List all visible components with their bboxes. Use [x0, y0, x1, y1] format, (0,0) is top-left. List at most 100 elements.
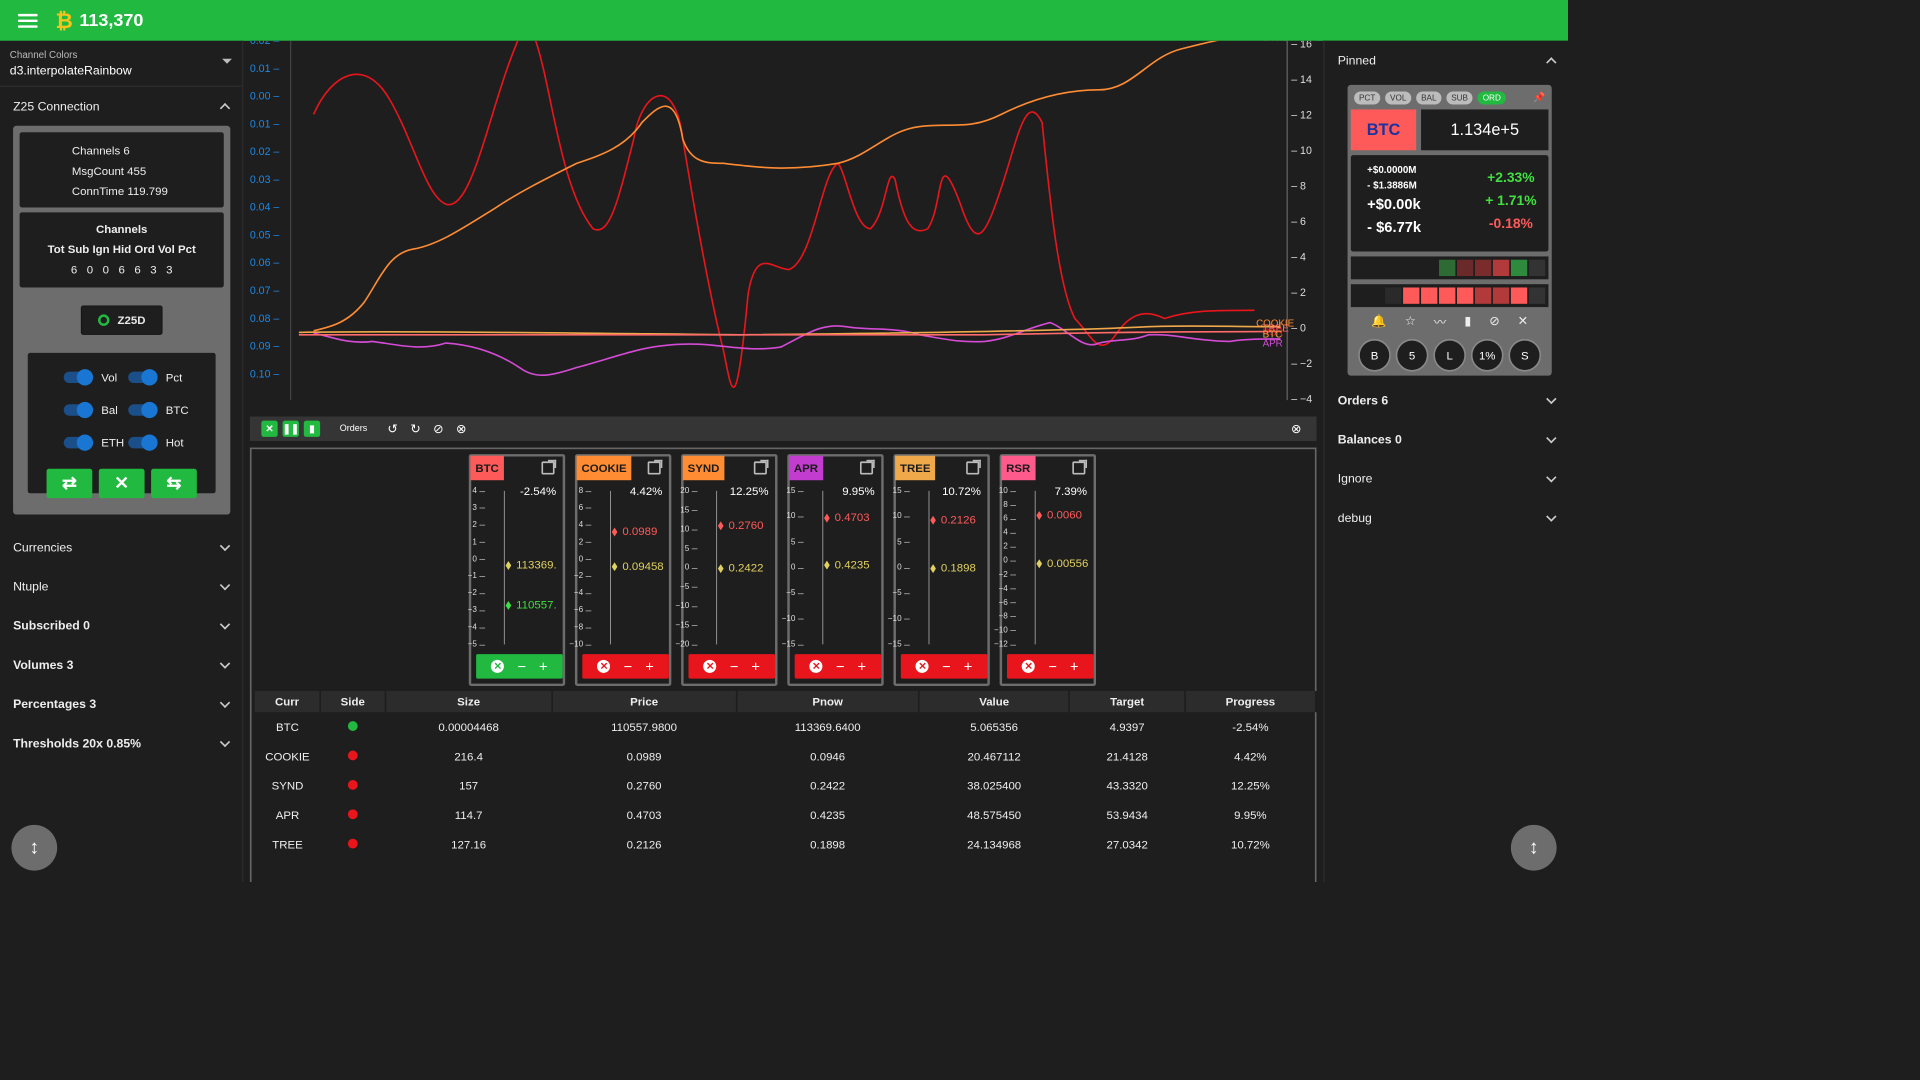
table-row[interactable]: COOKIE 216.4 0.0989 0.0946 20.467112 21.4128 4… — [255, 742, 1316, 771]
open-external-icon[interactable] — [1072, 459, 1088, 475]
plus-icon[interactable]: + — [1070, 658, 1079, 675]
star-icon[interactable]: ☆ — [1405, 314, 1416, 331]
bell-icon[interactable]: 🔔 — [1371, 314, 1386, 331]
currencies-section[interactable]: Currencies — [0, 528, 242, 567]
minus-icon[interactable]: − — [836, 658, 845, 675]
scroll-toggle-fab[interactable]: ↕ — [1510, 824, 1557, 871]
table-row[interactable]: BTC 0.00004468 110557.9800 113369.6400 5.065… — [255, 712, 1316, 741]
open-external-icon[interactable] — [647, 459, 663, 475]
cancel-icon[interactable]: ✕ — [597, 659, 611, 673]
vol-toggle[interactable] — [63, 369, 94, 386]
close-button[interactable]: ✕ — [98, 468, 145, 499]
minus-icon[interactable]: − — [1048, 658, 1057, 675]
close-circle-icon[interactable]: ✕ — [261, 420, 278, 437]
table-row[interactable]: TREE 127.16 0.2126 0.1898 24.134968 27.0342 10… — [255, 830, 1316, 859]
column-header[interactable]: Price — [551, 690, 738, 713]
plus-icon[interactable]: + — [964, 658, 973, 675]
card-marker[interactable]: 0.2126 — [930, 513, 976, 526]
clear-icon[interactable]: ⊗ — [452, 421, 470, 436]
card-marker[interactable]: 0.00556 — [1036, 556, 1088, 569]
cancel-icon[interactable]: ✕ — [491, 659, 505, 673]
column-header[interactable]: Curr — [254, 690, 321, 713]
debug-section[interactable]: debug — [1325, 498, 1568, 537]
swap-button[interactable]: ⇄ — [46, 468, 93, 499]
z25-connection-header[interactable]: Z25 Connection — [0, 87, 242, 126]
scroll-toggle-fab[interactable]: ↕ — [11, 824, 58, 871]
card-marker[interactable]: 110557. — [505, 598, 557, 611]
column-header[interactable]: Progress — [1185, 690, 1317, 713]
undo-icon[interactable]: ↺ — [384, 421, 402, 436]
pause-icon[interactable]: ❚❚ — [283, 420, 299, 437]
bar-chart-icon[interactable]: ▮ — [1464, 314, 1471, 331]
hide-icon[interactable]: ⊘ — [1489, 314, 1499, 331]
cancel-icon[interactable]: ✕ — [809, 659, 823, 673]
exchange-button[interactable]: ⇆ — [151, 468, 197, 499]
column-header[interactable]: Value — [919, 690, 1071, 713]
column-header[interactable]: Side — [320, 690, 387, 713]
cancel-icon[interactable]: ✕ — [1022, 659, 1036, 673]
limit-button[interactable]: L — [1433, 338, 1466, 372]
sub-pill[interactable]: SUB — [1446, 91, 1473, 105]
card-marker[interactable]: 0.0060 — [1036, 508, 1082, 521]
minus-icon[interactable]: − — [517, 658, 526, 675]
close-icon[interactable]: ✕ — [1518, 314, 1528, 331]
orders-label[interactable]: Orders — [340, 424, 367, 434]
channel-colors-select[interactable]: Channel Colors d3.interpolateRainbow — [0, 41, 242, 87]
pct-toggle[interactable] — [128, 369, 158, 386]
minus-icon[interactable]: − — [624, 658, 633, 675]
buy-button[interactable]: B — [1358, 338, 1391, 372]
open-external-icon[interactable] — [859, 459, 875, 475]
minus-icon[interactable]: − — [730, 658, 739, 675]
pinned-header[interactable]: Pinned — [1325, 41, 1568, 80]
plus-icon[interactable]: + — [751, 658, 760, 675]
cancel-icon[interactable]: ✕ — [703, 659, 717, 673]
card-marker[interactable]: 0.09458 — [611, 559, 664, 572]
btc-toggle[interactable] — [128, 401, 158, 419]
table-row[interactable]: APR 114.7 0.4703 0.4235 48.575450 53.9434 9.95… — [255, 800, 1316, 829]
card-marker[interactable]: 0.2422 — [717, 561, 763, 574]
bal-pill[interactable]: BAL — [1416, 91, 1442, 105]
sell-button[interactable]: S — [1508, 338, 1542, 372]
eth-toggle[interactable] — [63, 434, 94, 451]
open-external-icon[interactable] — [541, 459, 557, 475]
minus-icon[interactable]: − — [942, 658, 951, 675]
table-row[interactable]: SYND 157 0.2760 0.2422 38.025400 43.3320 12.25… — [255, 771, 1316, 800]
card-marker[interactable]: 0.0989 — [611, 524, 657, 538]
hide-icon[interactable]: ⊘ — [429, 421, 447, 436]
volumes-section[interactable]: Volumes 3 — [0, 645, 242, 684]
menu-icon[interactable] — [17, 13, 38, 28]
percentages-section[interactable]: Percentages 3 — [0, 684, 242, 723]
open-external-icon[interactable] — [966, 459, 981, 475]
balances-section[interactable]: Balances 0 — [1325, 420, 1568, 459]
pct-pill[interactable]: PCT — [1354, 91, 1381, 105]
card-marker[interactable]: 113369. — [505, 558, 557, 571]
card-marker[interactable]: 0.4703 — [824, 511, 870, 524]
column-header[interactable]: Pnow — [736, 690, 920, 713]
vol-pill[interactable]: VOL — [1385, 91, 1412, 105]
trend-icon[interactable]: 〰 — [1434, 314, 1446, 331]
orders-section[interactable]: Orders 6 — [1325, 381, 1568, 420]
card-marker[interactable]: 0.1898 — [930, 561, 976, 574]
column-header[interactable]: Target — [1069, 690, 1186, 713]
open-external-icon[interactable] — [753, 459, 769, 475]
one-percent-button[interactable]: 1% — [1470, 338, 1504, 372]
bal-toggle[interactable] — [63, 401, 94, 419]
column-header[interactable]: Size — [385, 690, 553, 713]
close-icon[interactable]: ⊗ — [1287, 421, 1305, 436]
bar-chart-icon[interactable]: ▮ — [303, 420, 321, 437]
ntuple-section[interactable]: Ntuple — [0, 567, 242, 606]
card-marker[interactable]: 0.4235 — [824, 558, 870, 571]
subscribed-section[interactable]: Subscribed 0 — [0, 606, 242, 645]
z25d-button[interactable]: Z25D — [80, 305, 163, 335]
five-button[interactable]: 5 — [1395, 338, 1429, 372]
card-marker[interactable]: 0.2760 — [717, 518, 763, 531]
hot-toggle[interactable] — [128, 434, 158, 451]
thresholds-section[interactable]: Thresholds 20x 0.85% — [0, 724, 242, 763]
plus-icon[interactable]: + — [645, 658, 654, 675]
redo-icon[interactable]: ↻ — [406, 421, 424, 436]
plus-icon[interactable]: + — [858, 658, 867, 675]
cancel-icon[interactable]: ✕ — [915, 659, 929, 673]
pin-icon[interactable]: 📌 — [1533, 91, 1545, 104]
ord-pill[interactable]: ORD — [1477, 91, 1506, 105]
plus-icon[interactable]: + — [539, 658, 548, 675]
